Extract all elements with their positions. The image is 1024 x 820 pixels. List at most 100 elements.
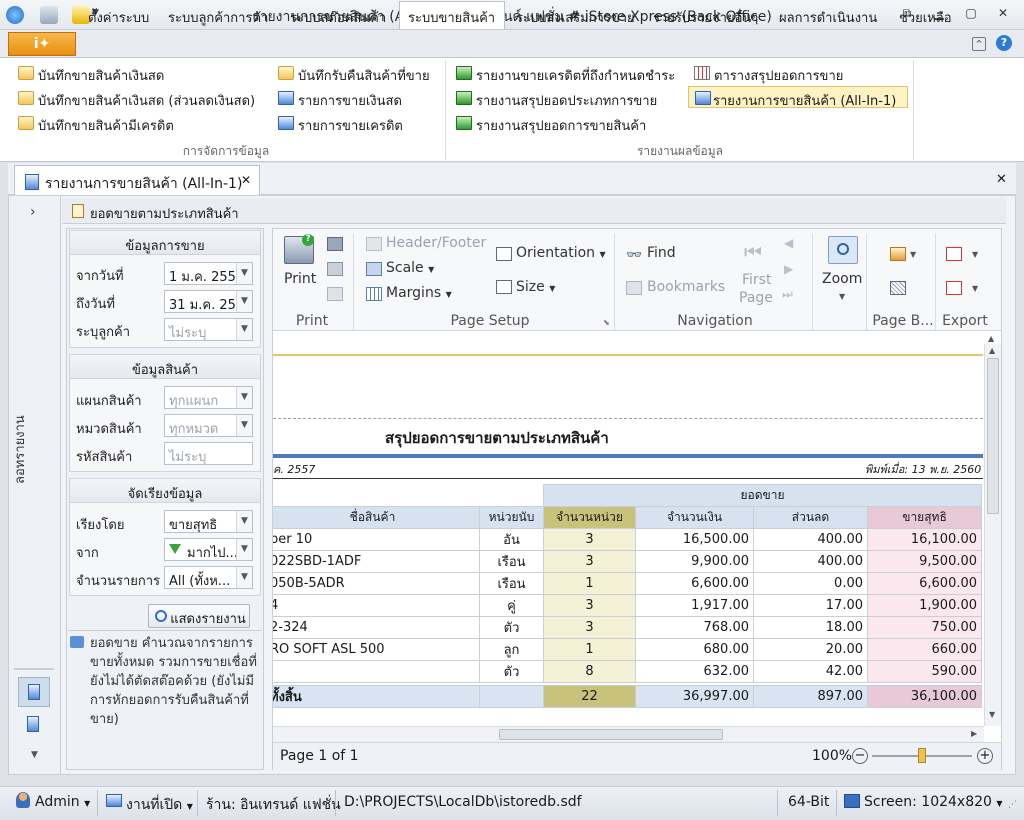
tab-performance[interactable]: ผลการดำเนินงาน: [771, 2, 885, 28]
product-code-input[interactable]: ไม่ระบุ: [164, 442, 253, 465]
size-button[interactable]: Size ▼: [516, 279, 555, 295]
scroll-up-icon[interactable]: ▲: [989, 346, 995, 355]
ribbon-cash-sale[interactable]: บันทึกขายสินค้าเงินสด: [16, 62, 164, 84]
next-page-icon[interactable]: ▶: [784, 262, 793, 276]
open-windows-menu[interactable]: งานที่เปิด ▼: [126, 792, 193, 814]
to-date-input[interactable]: 31 ม.ค. 2557 ▼: [164, 290, 253, 313]
chevron-down-icon[interactable]: ▼: [236, 511, 252, 532]
ribbon-all-in-one-report[interactable]: รายงานการขายสินค้า (All-In-1): [688, 86, 908, 109]
email-pdf-icon[interactable]: [946, 281, 962, 295]
chevron-down-icon[interactable]: ▼: [236, 319, 252, 340]
collapse-ribbon-icon[interactable]: ^: [972, 37, 986, 51]
tab-promotion[interactable]: ระบบส่งเสริมการขาย: [508, 2, 643, 28]
ribbon-sale-return[interactable]: บันทึกรับคืนสินค้าที่ขาย: [276, 62, 430, 84]
show-report-button[interactable]: แสดงรายงาน: [148, 604, 250, 628]
margins-icon[interactable]: [366, 287, 382, 301]
tab-sales[interactable]: ระบบขายสินค้า: [399, 1, 505, 29]
header-footer-icon[interactable]: [366, 237, 382, 251]
collapse-toolbar-icon[interactable]: ▲: [988, 334, 994, 343]
expand-chevron-icon[interactable]: ›: [30, 204, 36, 220]
zoom-button[interactable]: Zoom: [822, 271, 862, 287]
tab-other-income[interactable]: รายรับรายจ่ายอื่นๆ: [645, 2, 766, 28]
scale-button[interactable]: Scale ▼: [386, 260, 434, 276]
tab-stock[interactable]: ระบบสต๊อคสินค้า: [282, 2, 394, 28]
nav-item-report[interactable]: [18, 677, 50, 707]
page-color-dropdown-icon[interactable]: ▼: [910, 250, 916, 259]
email-dropdown-icon[interactable]: ▼: [972, 284, 978, 293]
user-menu[interactable]: Admin ▼: [35, 792, 90, 814]
ribbon-credit-sales-list[interactable]: รายการขายเครดิต: [276, 112, 403, 134]
quick-print-icon[interactable]: [327, 237, 343, 251]
close-tab-icon[interactable]: ✕: [241, 173, 251, 187]
bookmarks-button[interactable]: Bookmarks: [647, 279, 725, 295]
close-document-icon[interactable]: ✕: [996, 172, 1007, 187]
export-dropdown-icon[interactable]: ▼: [972, 250, 978, 259]
export-pdf-icon[interactable]: [946, 247, 962, 261]
scroll-right-icon[interactable]: ▶: [971, 729, 977, 738]
customer-select[interactable]: ไม่ระบุ ▼: [164, 318, 253, 341]
orientation-icon[interactable]: [496, 247, 512, 261]
ribbon-sales-summary-table[interactable]: ตารางสรุปยอดการขาย: [692, 62, 843, 84]
scale-icon[interactable]: [366, 262, 382, 276]
tab-customers[interactable]: ระบบลูกค้าการค้า: [160, 2, 276, 28]
ribbon-sales-type-summary[interactable]: รายงานสรุปยอดประเภทการขาย: [454, 87, 657, 109]
scroll-down-icon[interactable]: ▼: [31, 750, 38, 760]
ribbon-credit-due-report[interactable]: รายงานขายเครดิตที่ถึงกำหนดชำระ: [454, 62, 675, 84]
resize-grip-icon[interactable]: ⋰: [1008, 800, 1017, 810]
print-preview-icon[interactable]: [327, 262, 343, 276]
magnifier-icon: [155, 610, 167, 622]
zoom-out-icon[interactable]: −: [852, 748, 868, 764]
zoom-slider-thumb[interactable]: [918, 748, 926, 763]
scroll-down-icon[interactable]: ▼: [989, 710, 995, 719]
previous-page-icon[interactable]: ◀: [784, 236, 793, 250]
horizontal-scrollbar[interactable]: ▶: [273, 726, 984, 742]
help-icon[interactable]: ?: [996, 35, 1012, 51]
chevron-down-icon[interactable]: ▼: [236, 387, 252, 408]
sort-by-select[interactable]: ขายสุทธิ ▼: [164, 510, 253, 533]
table-cell: 1,900.00: [866, 594, 983, 617]
print-button[interactable]: Print: [284, 271, 316, 287]
close-button[interactable]: ✕: [990, 6, 1016, 24]
file-tab[interactable]: i✦: [8, 32, 76, 56]
chevron-down-icon[interactable]: ▼: [236, 415, 252, 436]
department-select[interactable]: ทุกแผนก ▼: [164, 386, 253, 409]
vertical-scrollbar[interactable]: ▲ ▼: [984, 344, 1001, 726]
chevron-down-icon[interactable]: ▼: [236, 263, 252, 284]
first-page-icon[interactable]: ⏮: [744, 240, 762, 264]
zoom-magnifier-icon[interactable]: [828, 236, 858, 264]
from-date-input[interactable]: 1 ม.ค. 2557 ▼: [164, 262, 253, 285]
last-page-icon[interactable]: ⏭: [782, 287, 793, 302]
zoom-in-icon[interactable]: +: [977, 748, 993, 764]
tab-help[interactable]: ช่วยเหลือ: [891, 2, 960, 28]
page-color-icon[interactable]: [890, 247, 906, 261]
order-select[interactable]: มากไป... ▼: [164, 538, 253, 561]
screen-resolution[interactable]: Screen: 1024x820 ▼: [864, 792, 1003, 814]
watermark-icon[interactable]: [890, 281, 906, 295]
page-setup-icon[interactable]: [327, 287, 343, 301]
paper-size-icon[interactable]: [496, 280, 512, 294]
zoom-dropdown-icon[interactable]: ▼: [839, 292, 845, 301]
ribbon-product-sales-summary[interactable]: รายงานสรุปยอดการขายสินค้า: [454, 112, 646, 134]
tab-settings[interactable]: ตั้งค่าระบบ: [80, 2, 157, 28]
ribbon-credit-sale[interactable]: บันทึกขายสินค้ามีเครดิต: [16, 112, 174, 134]
chevron-down-icon[interactable]: ▼: [236, 291, 252, 312]
group-reports: รายงานผลข้อมูล: [636, 144, 724, 158]
dialog-launcher-icon[interactable]: ⬊: [603, 318, 610, 327]
page-background-group-label: Page B...: [872, 313, 934, 329]
ribbon-cash-sales-list[interactable]: รายการขายเงินสด: [276, 87, 402, 109]
maximize-button[interactable]: ▢: [958, 6, 984, 24]
table-cell: ลูก: [479, 638, 544, 661]
orientation-button[interactable]: Orientation ▼: [516, 245, 606, 261]
document-tab[interactable]: รายงานการขายสินค้า (All-In-1) ✕: [14, 165, 260, 196]
header-footer-button[interactable]: Header/Footer: [386, 235, 486, 251]
margins-button[interactable]: Margins ▼: [386, 285, 452, 301]
chevron-down-icon[interactable]: ▼: [236, 539, 252, 560]
category-select[interactable]: ทุกหมวด ▼: [164, 414, 253, 437]
ribbon-cash-sale-discount[interactable]: บันทึกขายสินค้าเงินสด (ส่วนลดเงินสด): [16, 87, 255, 109]
scrollbar-thumb[interactable]: [499, 729, 723, 740]
find-button[interactable]: Find: [647, 245, 676, 261]
chevron-down-icon[interactable]: ▼: [236, 567, 252, 588]
document-icon[interactable]: [27, 716, 39, 732]
count-select[interactable]: All (ทั้งห... ▼: [164, 566, 253, 589]
scrollbar-thumb[interactable]: [987, 358, 999, 514]
